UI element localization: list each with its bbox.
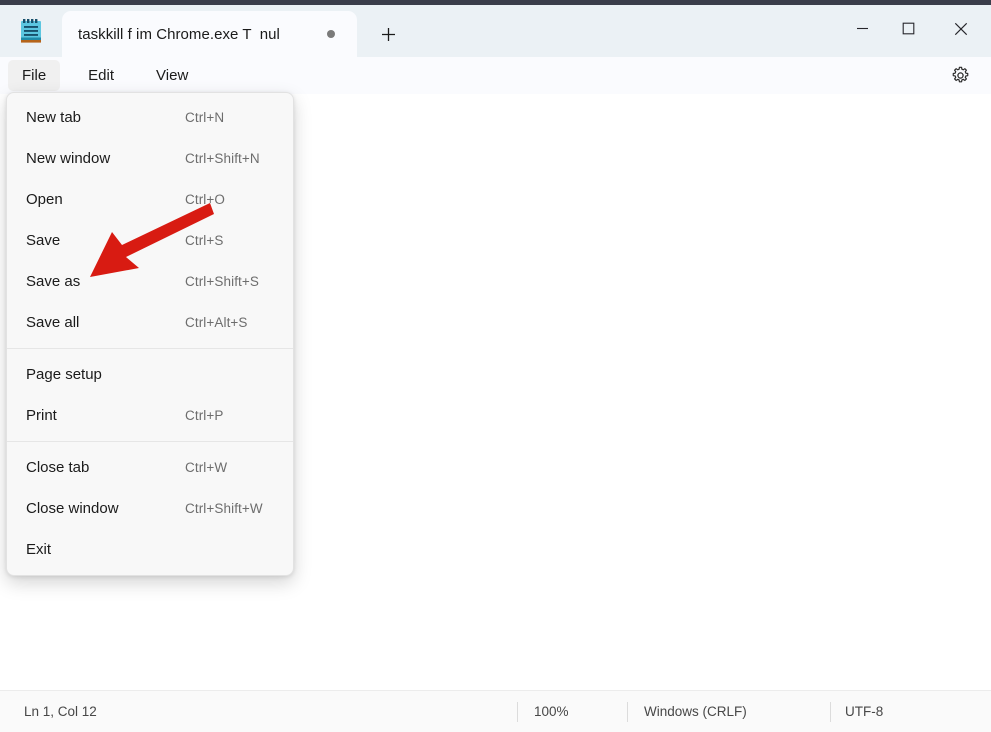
menu-item-save-all[interactable]: Save all Ctrl+Alt+S bbox=[7, 302, 293, 343]
status-bar: Ln 1, Col 12 100% Windows (CRLF) UTF-8 bbox=[0, 690, 991, 732]
menu-separator bbox=[7, 348, 293, 349]
menu-item-label: Print bbox=[26, 407, 57, 424]
menubar-item-view-label: View bbox=[156, 67, 188, 84]
menu-item-label: Open bbox=[26, 191, 63, 208]
notepad-icon bbox=[18, 18, 44, 46]
menu-item-shortcut: Ctrl+P bbox=[185, 408, 223, 423]
new-tab-button[interactable] bbox=[368, 18, 408, 50]
menu-item-label: Save bbox=[26, 232, 60, 249]
menu-item-label: Save as bbox=[26, 273, 80, 290]
status-cursor-position: Ln 1, Col 12 bbox=[24, 691, 97, 732]
file-menu-dropdown: New tab Ctrl+N New window Ctrl+Shift+N O… bbox=[6, 92, 294, 576]
menubar-item-file-label: File bbox=[22, 67, 46, 84]
tab-unsaved-dot[interactable] bbox=[327, 30, 335, 38]
menu-bar: File Edit View bbox=[0, 57, 991, 94]
menu-item-save-as[interactable]: Save as Ctrl+Shift+S bbox=[7, 261, 293, 302]
maximize-button[interactable] bbox=[885, 5, 931, 52]
menu-item-exit[interactable]: Exit bbox=[7, 529, 293, 570]
menu-item-save[interactable]: Save Ctrl+S bbox=[7, 220, 293, 261]
menu-item-shortcut: Ctrl+Shift+W bbox=[185, 501, 263, 516]
menu-item-label: Save all bbox=[26, 314, 79, 331]
menu-separator bbox=[7, 441, 293, 442]
title-bar-corner bbox=[0, 5, 14, 19]
status-encoding[interactable]: UTF-8 bbox=[845, 691, 883, 732]
menu-item-shortcut: Ctrl+Alt+S bbox=[185, 315, 248, 330]
tab-active[interactable]: taskkill f im Chrome.exe T nul bbox=[62, 11, 357, 57]
window-controls bbox=[839, 5, 991, 52]
gear-icon[interactable] bbox=[943, 58, 977, 92]
status-separator bbox=[830, 702, 831, 722]
status-separator bbox=[627, 702, 628, 722]
menu-item-shortcut: Ctrl+W bbox=[185, 460, 227, 475]
menu-item-shortcut: Ctrl+Shift+S bbox=[185, 274, 259, 289]
status-separator bbox=[517, 702, 518, 722]
menubar-item-edit[interactable]: Edit bbox=[74, 60, 128, 91]
menu-item-new-tab[interactable]: New tab Ctrl+N bbox=[7, 97, 293, 138]
menu-item-shortcut: Ctrl+O bbox=[185, 192, 225, 207]
menubar-item-view[interactable]: View bbox=[142, 60, 202, 91]
status-zoom-level[interactable]: 100% bbox=[534, 691, 569, 732]
menu-item-close-tab[interactable]: Close tab Ctrl+W bbox=[7, 447, 293, 488]
menu-item-label: Close tab bbox=[26, 459, 89, 476]
menu-item-open[interactable]: Open Ctrl+O bbox=[7, 179, 293, 220]
menu-item-shortcut: Ctrl+S bbox=[185, 233, 223, 248]
menu-item-new-window[interactable]: New window Ctrl+Shift+N bbox=[7, 138, 293, 179]
menu-item-page-setup[interactable]: Page setup bbox=[7, 354, 293, 395]
menu-item-label: Exit bbox=[26, 541, 51, 558]
menu-item-label: Close window bbox=[26, 500, 119, 517]
menu-item-shortcut: Ctrl+Shift+N bbox=[185, 151, 260, 166]
menu-item-label: Page setup bbox=[26, 366, 102, 383]
status-line-ending[interactable]: Windows (CRLF) bbox=[644, 691, 747, 732]
menu-item-label: New window bbox=[26, 150, 110, 167]
minimize-button[interactable] bbox=[839, 5, 885, 52]
tab-title: taskkill f im Chrome.exe T nul bbox=[78, 26, 280, 43]
menu-item-label: New tab bbox=[26, 109, 81, 126]
close-button[interactable] bbox=[931, 5, 991, 52]
menu-item-close-window[interactable]: Close window Ctrl+Shift+W bbox=[7, 488, 293, 529]
menu-item-shortcut: Ctrl+N bbox=[185, 110, 224, 125]
notepad-window: taskkill f im Chrome.exe T nul File Edit… bbox=[0, 0, 991, 732]
menubar-item-edit-label: Edit bbox=[88, 67, 114, 84]
menu-item-print[interactable]: Print Ctrl+P bbox=[7, 395, 293, 436]
menubar-item-file[interactable]: File bbox=[8, 60, 60, 91]
